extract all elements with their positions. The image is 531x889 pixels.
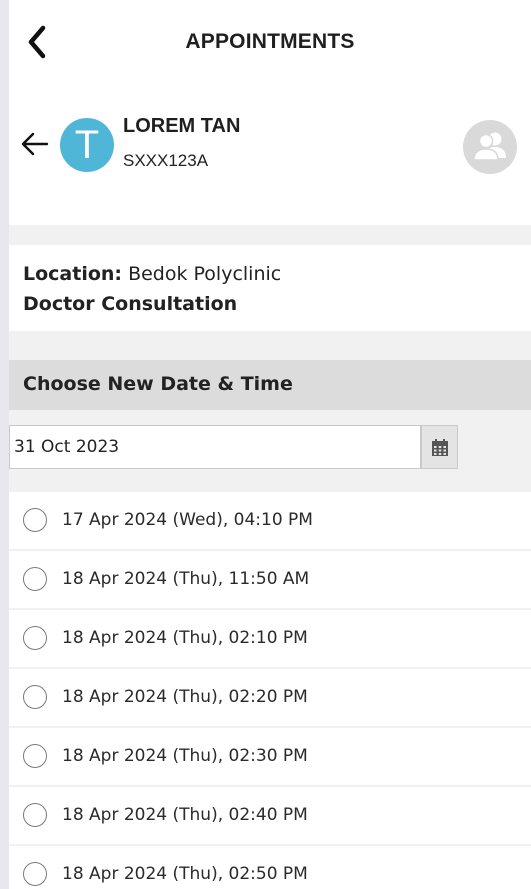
location-line: Location: Bedok Polyclinic	[23, 263, 281, 285]
location-value: Bedok Polyclinic	[128, 263, 282, 285]
avatar: T	[60, 118, 114, 172]
time-slot-label: 18 Apr 2024 (Thu), 02:20 PM	[62, 687, 308, 707]
calendar-button[interactable]	[421, 425, 458, 469]
time-slot-label: 18 Apr 2024 (Thu), 02:30 PM	[62, 746, 308, 766]
page-title: APPOINTMENTS	[185, 30, 355, 53]
time-slot-label: 18 Apr 2024 (Thu), 02:40 PM	[62, 805, 308, 825]
radio-button[interactable]	[23, 685, 47, 709]
location-label: Location:	[23, 263, 123, 285]
radio-button[interactable]	[23, 862, 47, 886]
time-slot-option[interactable]: 17 Apr 2024 (Wed), 04:10 PM	[9, 492, 531, 549]
app-screen: APPOINTMENTS T LOREM TAN SXXX123A Locati…	[9, 0, 531, 889]
date-field[interactable]: 31 Oct 2023	[9, 425, 421, 469]
section-title: Choose New Date & Time	[23, 373, 293, 395]
time-slot-option[interactable]: 18 Apr 2024 (Thu), 02:30 PM	[9, 728, 531, 785]
people-icon	[473, 132, 506, 161]
patient-header: T LOREM TAN SXXX123A	[9, 86, 531, 225]
time-slot-label: 18 Apr 2024 (Thu), 02:10 PM	[62, 628, 308, 648]
service-type: Doctor Consultation	[23, 293, 238, 315]
switch-profile-button[interactable]	[463, 120, 517, 174]
top-bar: APPOINTMENTS	[9, 0, 531, 86]
section-header: Choose New Date & Time	[9, 360, 531, 410]
radio-button[interactable]	[23, 744, 47, 768]
radio-button[interactable]	[23, 626, 47, 650]
radio-button[interactable]	[23, 508, 47, 532]
time-slot-option[interactable]: 18 Apr 2024 (Thu), 02:40 PM	[9, 787, 531, 844]
appointment-details: Location: Bedok Polyclinic Doctor Consul…	[9, 245, 531, 331]
time-slot-label: 17 Apr 2024 (Wed), 04:10 PM	[62, 510, 313, 530]
patient-back-button[interactable]	[19, 128, 51, 160]
patient-id: SXXX123A	[123, 151, 209, 170]
patient-name: LOREM TAN	[123, 115, 241, 137]
time-slot-label: 18 Apr 2024 (Thu), 02:50 PM	[62, 864, 308, 884]
time-slot-label: 18 Apr 2024 (Thu), 11:50 AM	[62, 569, 310, 589]
time-slot-option[interactable]: 18 Apr 2024 (Thu), 02:50 PM	[9, 846, 531, 889]
time-slot-option[interactable]: 18 Apr 2024 (Thu), 11:50 AM	[9, 551, 531, 608]
calendar-icon	[432, 439, 448, 456]
time-slot-option[interactable]: 18 Apr 2024 (Thu), 02:10 PM	[9, 610, 531, 667]
radio-button[interactable]	[23, 803, 47, 827]
arrow-left-icon	[21, 132, 49, 156]
radio-button[interactable]	[23, 567, 47, 591]
time-slot-option[interactable]: 18 Apr 2024 (Thu), 02:20 PM	[9, 669, 531, 726]
